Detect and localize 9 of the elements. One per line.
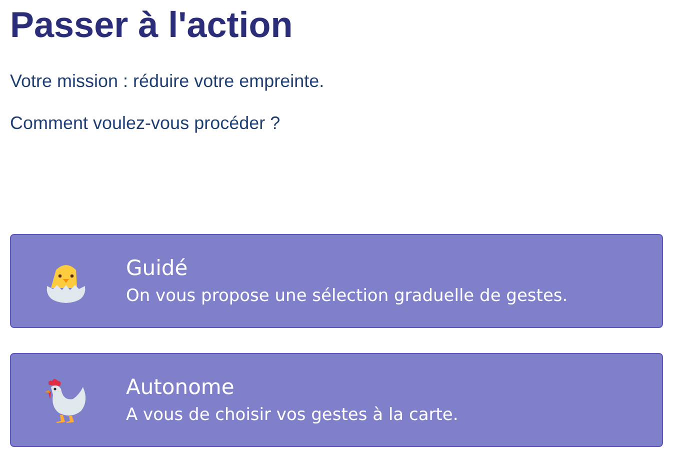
intro-text: Comment voulez-vous procéder ? [10,112,282,134]
option-card[interactable]: Autonome A vous de choisir vos gestes à la carte. [10,353,663,447]
page-title: Passer à l'action [10,4,294,46]
option-title: Autonome [126,374,236,400]
option-description: On vous propose une sélection graduelle de gestes. [126,285,568,307]
intro-text: Votre mission : réduire votre empreinte. [10,70,326,92]
option-description: A vous de choisir vos gestes à la carte. [126,404,458,426]
option-card[interactable]: Guidé On vous propose une sélection graduelle de gestes. [10,234,663,328]
option-title: Guidé [126,255,189,281]
